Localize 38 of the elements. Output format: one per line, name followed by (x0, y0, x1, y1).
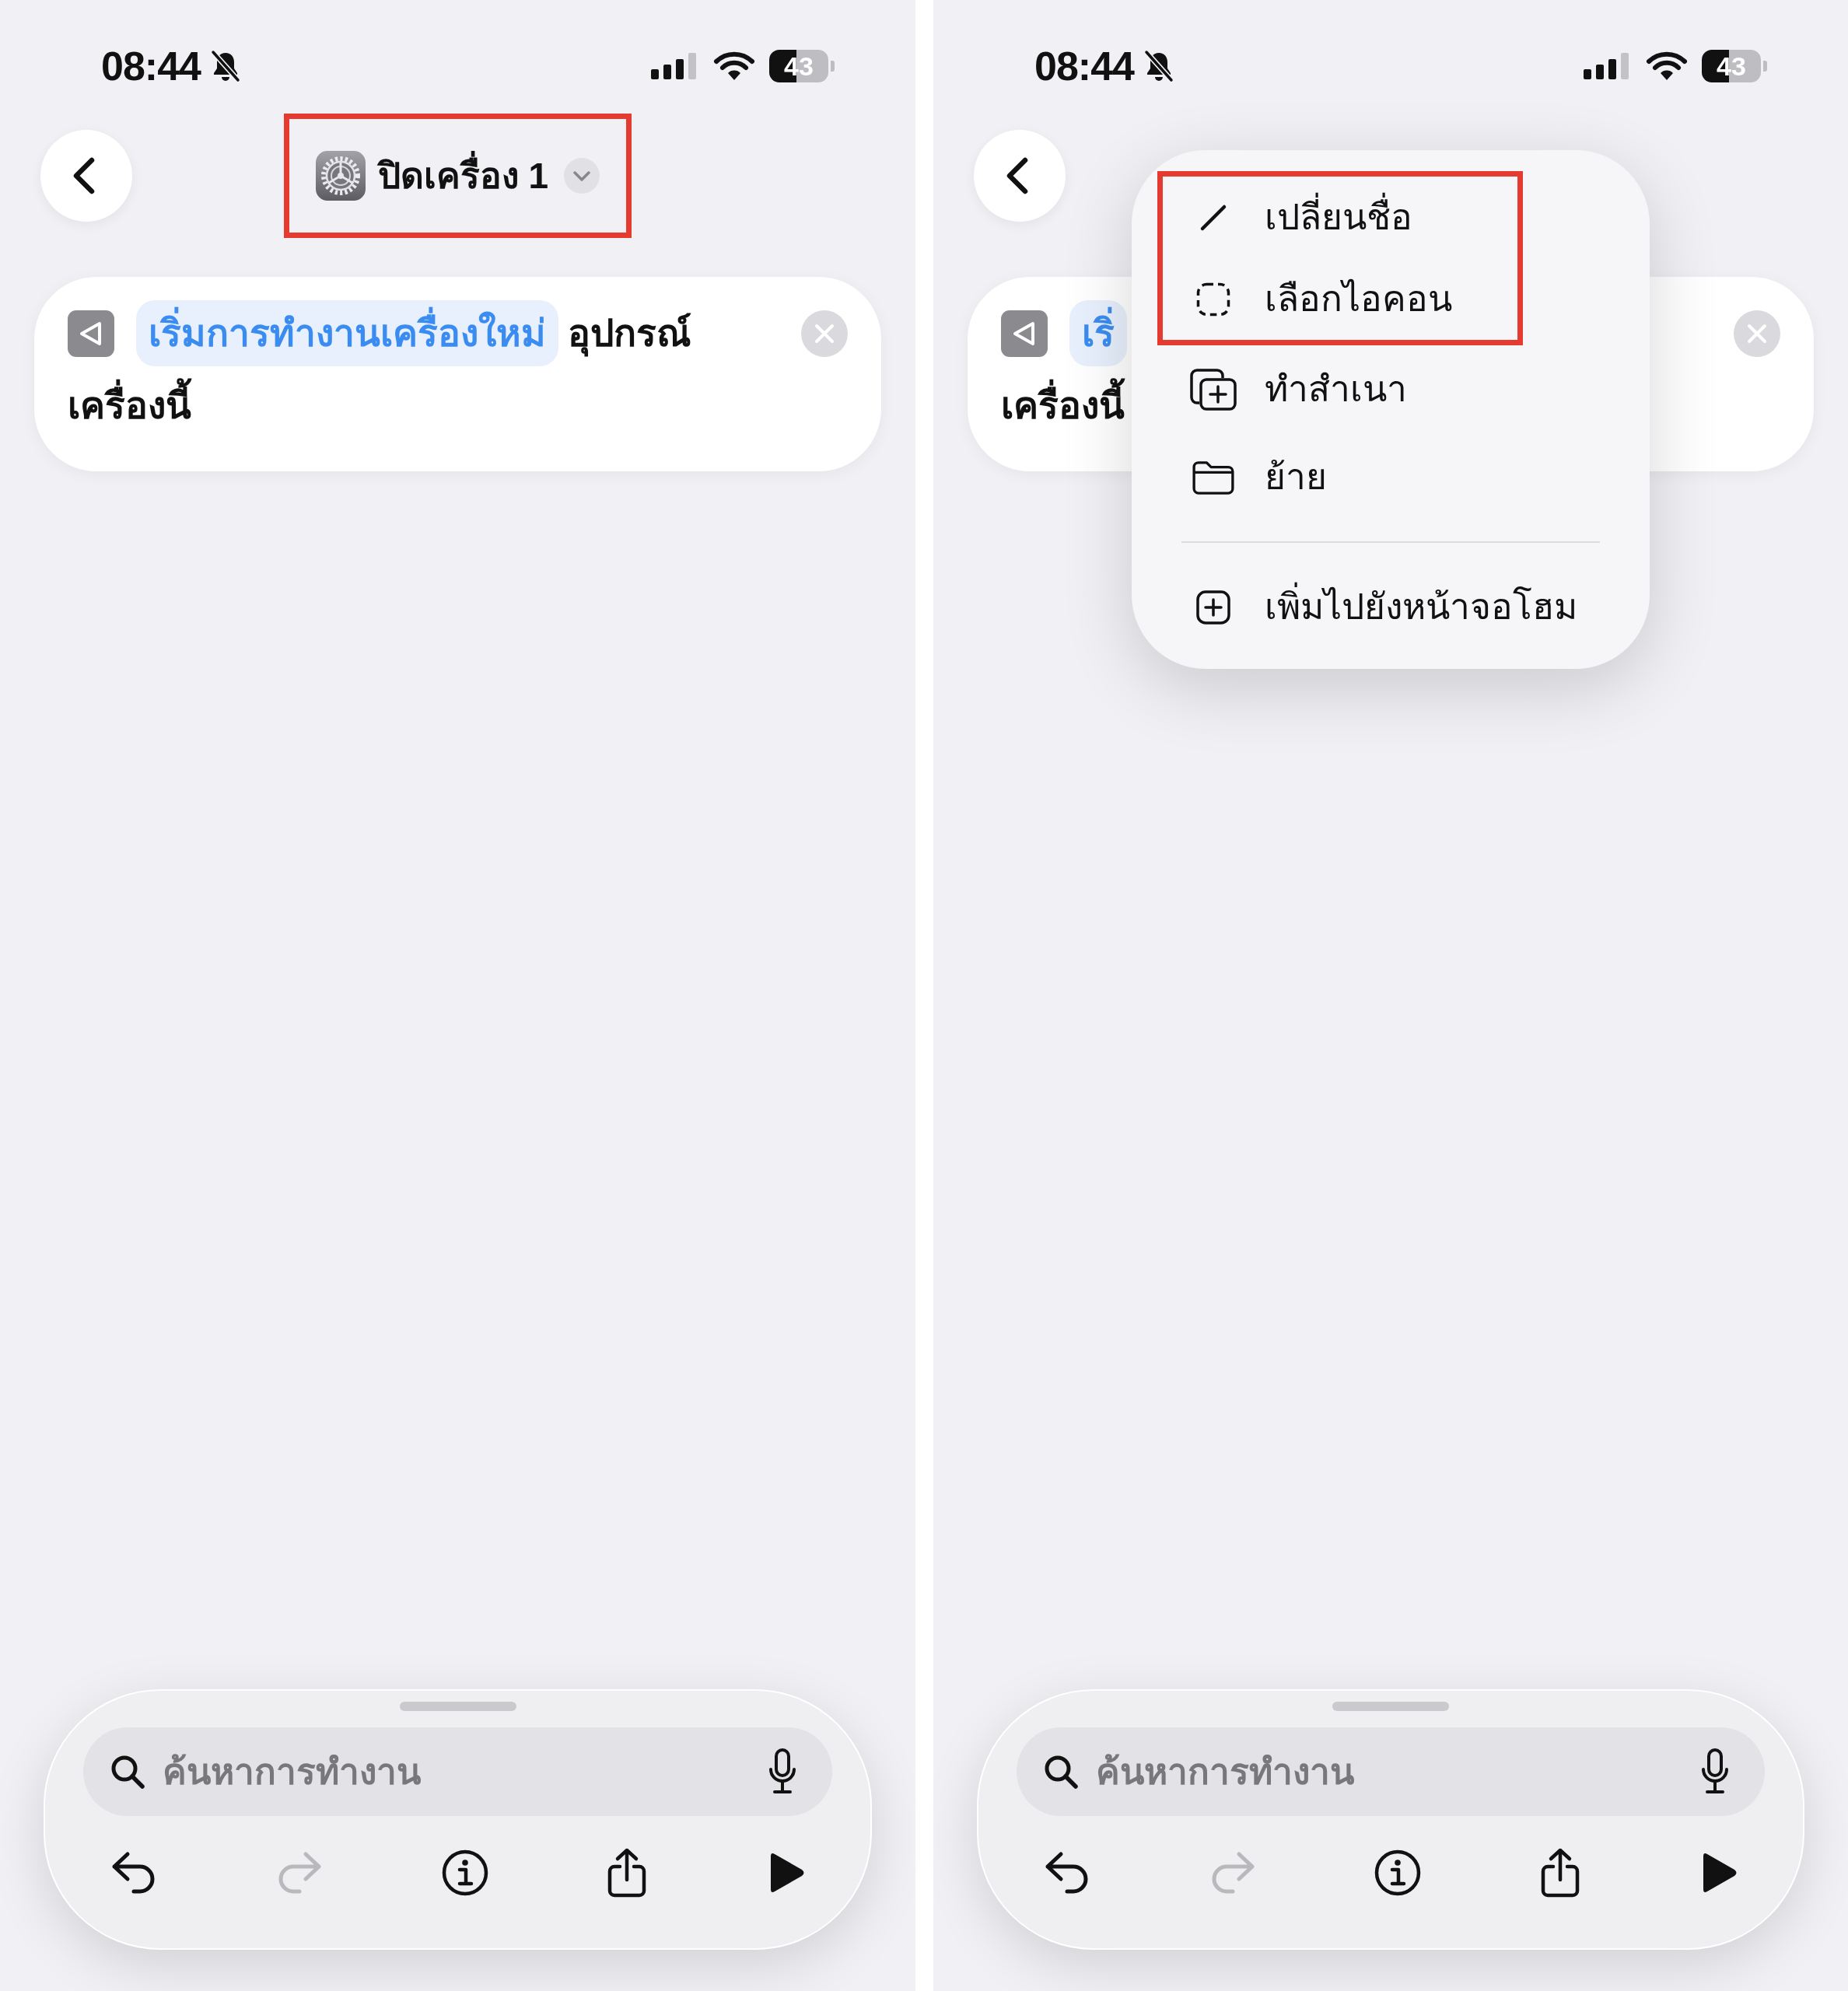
bell-slash-icon (1143, 50, 1174, 82)
dashed-square-icon (1196, 282, 1230, 317)
share-icon[interactable] (607, 1847, 648, 1898)
grabber-handle[interactable] (1332, 1702, 1449, 1711)
status-time: 08:44 (101, 46, 201, 86)
gear-icon (315, 151, 366, 201)
wifi-icon (713, 51, 755, 82)
action-text: อุปกรณ์ (568, 305, 691, 362)
menu-item[interactable]: ทำสำเนา (1132, 345, 1650, 433)
chevron-down-icon (564, 158, 600, 194)
signal-icon (1584, 53, 1629, 79)
action-text: เครื่องนี้ (1001, 379, 1125, 433)
grabber-handle[interactable] (399, 1702, 516, 1711)
info-icon[interactable] (1374, 1849, 1421, 1896)
wifi-icon (1646, 51, 1688, 82)
chevron-left-icon (72, 156, 96, 195)
share-icon[interactable] (1539, 1847, 1580, 1898)
signal-icon (651, 53, 696, 79)
folder-icon (1192, 460, 1234, 495)
menu-item[interactable]: เลือกไอคอน (1163, 258, 1517, 340)
search-icon (1043, 1754, 1079, 1790)
pencil-icon (1199, 203, 1227, 232)
menu-item[interactable]: ย้าย (1132, 433, 1650, 521)
search-field[interactable]: ค้นหาการทำงาน (1017, 1727, 1765, 1816)
bell-slash-icon (210, 50, 241, 82)
menu-item[interactable]: เปลี่ยนชื่อ (1163, 177, 1517, 258)
search-field[interactable]: ค้นหาการทำงาน (83, 1727, 832, 1816)
plus-square-icon (1196, 590, 1230, 625)
duplicate-icon (1190, 368, 1237, 411)
microphone-icon[interactable] (767, 1748, 798, 1796)
menu-item[interactable]: เพิ่มไปยังหน้าจอโฮม (1132, 563, 1650, 651)
search-icon (110, 1754, 145, 1790)
status-time: 08:44 (1034, 46, 1134, 86)
chevron-left-icon (1006, 156, 1029, 195)
action-text: เครื่องนี้ (68, 379, 191, 433)
title-button[interactable]: ปิดเครื่อง 1 (315, 145, 600, 207)
info-icon[interactable] (441, 1849, 488, 1896)
microphone-icon[interactable] (1699, 1748, 1731, 1796)
